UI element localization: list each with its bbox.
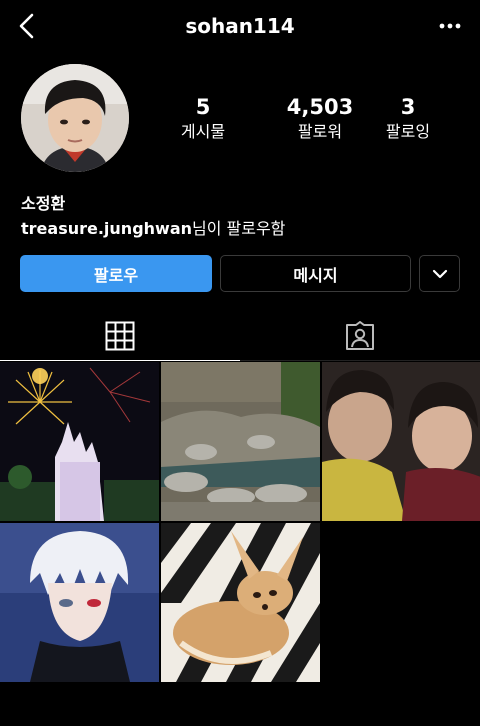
post-thumbnail[interactable] (0, 362, 159, 521)
tab-posts-grid[interactable] (0, 312, 240, 360)
posts-count: 5 (195, 95, 211, 119)
active-tab-indicator (0, 360, 240, 361)
stat-posts[interactable]: 5 게시물 (148, 94, 258, 143)
post-thumbnail[interactable] (161, 362, 320, 521)
post-thumbnail[interactable] (322, 362, 480, 521)
stat-following[interactable]: 3 팔로잉 (353, 94, 463, 143)
tab-tagged[interactable] (240, 312, 480, 360)
profile-username: sohan114 (185, 14, 295, 38)
post-thumbnail[interactable] (161, 523, 320, 682)
posts-label: 게시물 (180, 122, 226, 141)
follow-button[interactable]: 팔로우 (20, 255, 212, 292)
more-horizontal-icon[interactable] (438, 18, 462, 34)
followed-by-suffix: 님이 팔로우함 (192, 219, 286, 238)
profile-display-name: 소정환 (21, 194, 66, 213)
chevron-down-icon (432, 269, 447, 278)
suggested-accounts-button[interactable] (419, 255, 460, 292)
message-button[interactable]: 메시지 (220, 255, 411, 292)
post-thumbnail[interactable] (0, 523, 159, 682)
profile-avatar[interactable] (21, 64, 129, 172)
tagged-person-icon (346, 321, 374, 350)
following-label: 팔로잉 (385, 122, 431, 141)
followed-by-username[interactable]: treasure.junghwan (21, 219, 192, 238)
profile-tabs (0, 312, 480, 362)
top-bar: sohan114 (0, 0, 480, 56)
followed-by-text[interactable]: treasure.junghwan님이 팔로우함 (21, 215, 285, 239)
grid-icon (105, 321, 135, 351)
tab-divider (240, 360, 480, 361)
following-count: 3 (400, 95, 416, 119)
